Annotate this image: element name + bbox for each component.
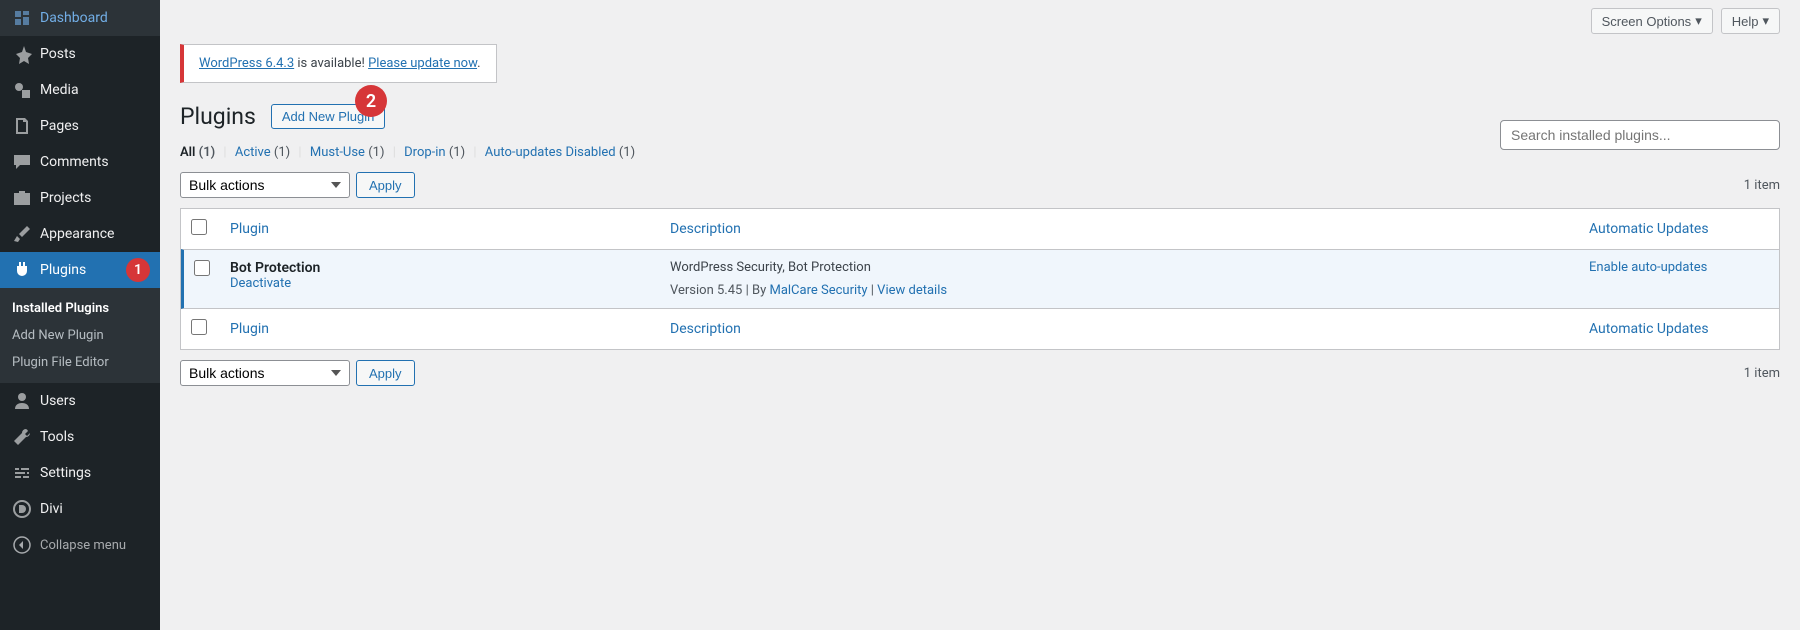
sidebar-item-tools[interactable]: Tools <box>0 419 160 455</box>
tablenav-top: Bulk actions Apply 1 item <box>180 172 1780 198</box>
media-icon <box>12 80 32 100</box>
chevron-down-icon: ▾ <box>1762 13 1769 29</box>
collapse-icon <box>12 535 32 555</box>
admin-sidebar: Dashboard Posts Media Pages Comments Pro… <box>0 0 160 630</box>
col-plugin-foot[interactable]: Plugin <box>220 309 660 349</box>
chevron-down-icon: ▾ <box>1695 13 1702 29</box>
filter-must-use[interactable]: Must-Use (1) <box>310 145 385 160</box>
help-button[interactable]: Help ▾ <box>1721 8 1780 34</box>
sidebar-item-pages[interactable]: Pages <box>0 108 160 144</box>
sidebar-item-projects[interactable]: Projects <box>0 180 160 216</box>
sidebar-item-label: Comments <box>40 154 109 170</box>
item-count: 1 item <box>1744 178 1780 193</box>
select-all-checkbox[interactable] <box>191 219 207 235</box>
brush-icon <box>12 224 32 244</box>
pages-icon <box>12 116 32 136</box>
notice-period: . <box>477 56 480 71</box>
submenu-plugin-file-editor[interactable]: Plugin File Editor <box>0 349 160 376</box>
plugin-description: WordPress Security, Bot Protection <box>670 260 1569 275</box>
plugin-name: Bot Protection <box>230 260 650 276</box>
bulk-action-select[interactable]: Bulk actions <box>180 172 350 198</box>
col-auto-updates-foot[interactable]: Automatic Updates <box>1579 309 1779 349</box>
view-details-link[interactable]: View details <box>877 283 947 298</box>
filter-drop-in[interactable]: Drop-in (1) <box>404 145 465 160</box>
item-count-bottom: 1 item <box>1744 366 1780 381</box>
sidebar-item-label: Projects <box>40 190 91 206</box>
sidebar-item-settings[interactable]: Settings <box>0 455 160 491</box>
submenu-add-new-plugin[interactable]: Add New Plugin <box>0 322 160 349</box>
filter-auto-updates-disabled[interactable]: Auto-updates Disabled (1) <box>485 145 635 160</box>
tablenav-bottom: Bulk actions Apply 1 item <box>180 360 1780 386</box>
plugin-checkbox[interactable] <box>194 260 210 276</box>
plugin-author-link[interactable]: MalCare Security <box>769 283 867 298</box>
divi-icon <box>12 499 32 519</box>
sidebar-item-users[interactable]: Users <box>0 383 160 419</box>
sidebar-item-label: Appearance <box>40 226 114 242</box>
plugins-submenu: Installed Plugins Add New Plugin Plugin … <box>0 288 160 383</box>
sidebar-item-plugins[interactable]: Plugins 1 <box>0 252 160 288</box>
collapse-label: Collapse menu <box>40 538 126 553</box>
bulk-action-select-bottom[interactable]: Bulk actions <box>180 360 350 386</box>
plugin-meta: Version 5.45 | By MalCare Security | Vie… <box>670 283 1569 298</box>
pin-icon <box>12 44 32 64</box>
sidebar-item-comments[interactable]: Comments <box>0 144 160 180</box>
notice-text: is available! <box>294 56 368 71</box>
sidebar-item-label: Posts <box>40 46 76 62</box>
bulk-actions-bottom: Bulk actions Apply <box>180 360 415 386</box>
sliders-icon <box>12 463 32 483</box>
filter-active[interactable]: Active (1) <box>235 145 290 160</box>
main-content: Screen Options ▾ Help ▾ WordPress 6.4.3 … <box>160 0 1800 406</box>
sidebar-item-label: Media <box>40 82 79 98</box>
submenu-installed-plugins[interactable]: Installed Plugins <box>0 295 160 322</box>
annotation-badge-2: 2 <box>355 85 387 117</box>
search-input[interactable] <box>1500 120 1780 150</box>
sidebar-item-label: Pages <box>40 118 79 134</box>
user-icon <box>12 391 32 411</box>
comment-icon <box>12 152 32 172</box>
content-wrap: WordPress 6.4.3 is available! Please upd… <box>160 34 1800 406</box>
wordpress-version-link[interactable]: WordPress 6.4.3 <box>199 56 294 71</box>
sidebar-item-label: Dashboard <box>40 10 108 26</box>
select-all-checkbox-bottom[interactable] <box>191 319 207 335</box>
sidebar-item-label: Divi <box>40 501 63 517</box>
portfolio-icon <box>12 188 32 208</box>
screen-options-button[interactable]: Screen Options ▾ <box>1591 8 1713 34</box>
col-plugin[interactable]: Plugin <box>220 209 660 249</box>
deactivate-link[interactable]: Deactivate <box>230 276 291 291</box>
filter-all[interactable]: All (1) <box>180 145 215 160</box>
col-description-foot[interactable]: Description <box>660 309 1579 349</box>
sidebar-item-label: Settings <box>40 465 91 481</box>
apply-button-bottom[interactable]: Apply <box>356 360 415 386</box>
col-description[interactable]: Description <box>660 209 1579 249</box>
plugin-row: Bot Protection Deactivate WordPress Secu… <box>181 249 1779 309</box>
sidebar-item-label: Plugins <box>40 262 86 278</box>
sidebar-item-label: Tools <box>40 429 74 445</box>
sidebar-item-posts[interactable]: Posts <box>0 36 160 72</box>
plugin-update-badge: 1 <box>126 258 150 282</box>
plugins-table: Plugin Description Automatic Updates Bot… <box>180 208 1780 350</box>
wrench-icon <box>12 427 32 447</box>
sidebar-item-divi[interactable]: Divi <box>0 491 160 527</box>
page-title: Plugins <box>180 103 256 130</box>
sidebar-item-dashboard[interactable]: Dashboard <box>0 0 160 36</box>
sidebar-item-appearance[interactable]: Appearance <box>0 216 160 252</box>
update-notice: WordPress 6.4.3 is available! Please upd… <box>180 44 497 83</box>
top-bar: Screen Options ▾ Help ▾ <box>160 0 1800 34</box>
bulk-actions-top: Bulk actions Apply <box>180 172 415 198</box>
dashboard-icon <box>12 8 32 28</box>
enable-auto-updates-link[interactable]: Enable auto-updates <box>1589 260 1707 275</box>
collapse-menu-button[interactable]: Collapse menu <box>0 527 160 563</box>
sidebar-item-media[interactable]: Media <box>0 72 160 108</box>
col-auto-updates[interactable]: Automatic Updates <box>1579 209 1779 249</box>
plug-icon <box>12 260 32 280</box>
apply-button[interactable]: Apply <box>356 172 415 198</box>
sidebar-item-label: Users <box>40 393 76 409</box>
search-box <box>1500 120 1780 150</box>
update-now-link[interactable]: Please update now <box>368 56 477 71</box>
